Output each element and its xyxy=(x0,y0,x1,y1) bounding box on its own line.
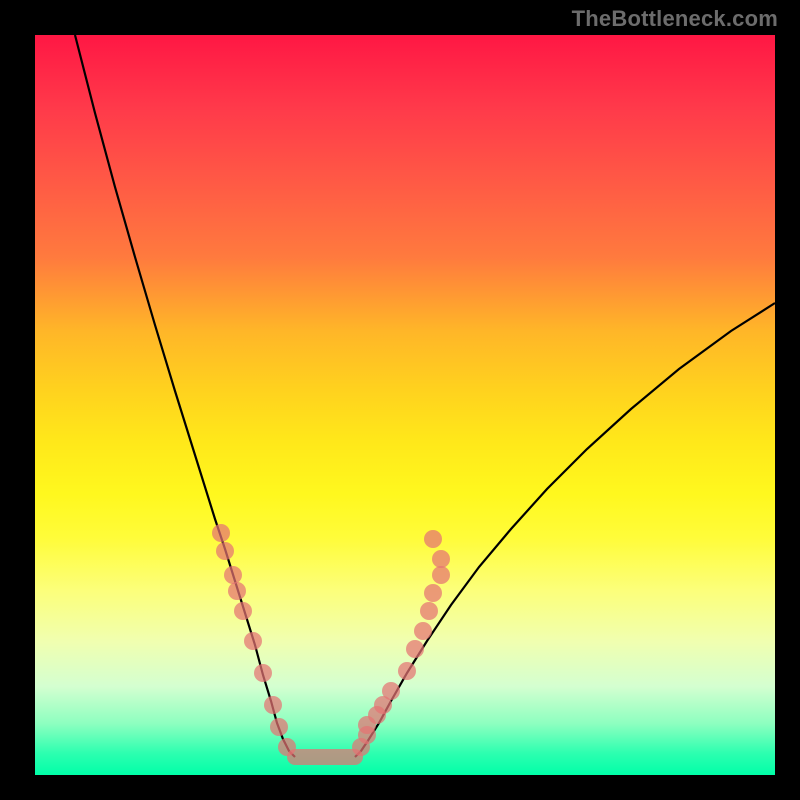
data-dot xyxy=(398,662,416,680)
chart-svg xyxy=(35,35,775,775)
data-dot xyxy=(216,542,234,560)
watermark-text: TheBottleneck.com xyxy=(572,6,778,32)
data-dot xyxy=(264,696,282,714)
left-curve xyxy=(75,35,295,757)
data-dot xyxy=(382,682,400,700)
data-dots xyxy=(212,524,450,756)
data-dot xyxy=(212,524,230,542)
data-dot xyxy=(278,738,296,756)
data-dot xyxy=(228,582,246,600)
data-dot xyxy=(424,530,442,548)
data-dot xyxy=(406,640,424,658)
right-curve xyxy=(355,303,775,757)
data-dot xyxy=(432,550,450,568)
data-dot xyxy=(432,566,450,584)
data-dot xyxy=(244,632,262,650)
data-dot xyxy=(270,718,288,736)
data-dot xyxy=(224,566,242,584)
data-dot xyxy=(414,622,432,640)
data-dot xyxy=(254,664,272,682)
data-dot xyxy=(420,602,438,620)
data-dot xyxy=(234,602,252,620)
chart-frame: TheBottleneck.com xyxy=(0,0,800,800)
data-dot xyxy=(424,584,442,602)
